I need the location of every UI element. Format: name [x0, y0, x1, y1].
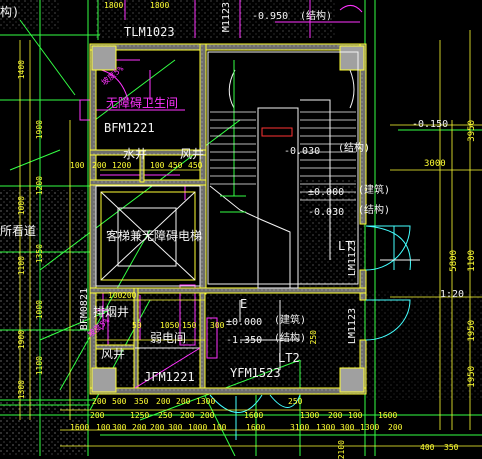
cad-floor-plan	[0, 0, 482, 456]
elevator-shaft	[95, 185, 201, 287]
stair-handrail-mark	[261, 127, 293, 137]
